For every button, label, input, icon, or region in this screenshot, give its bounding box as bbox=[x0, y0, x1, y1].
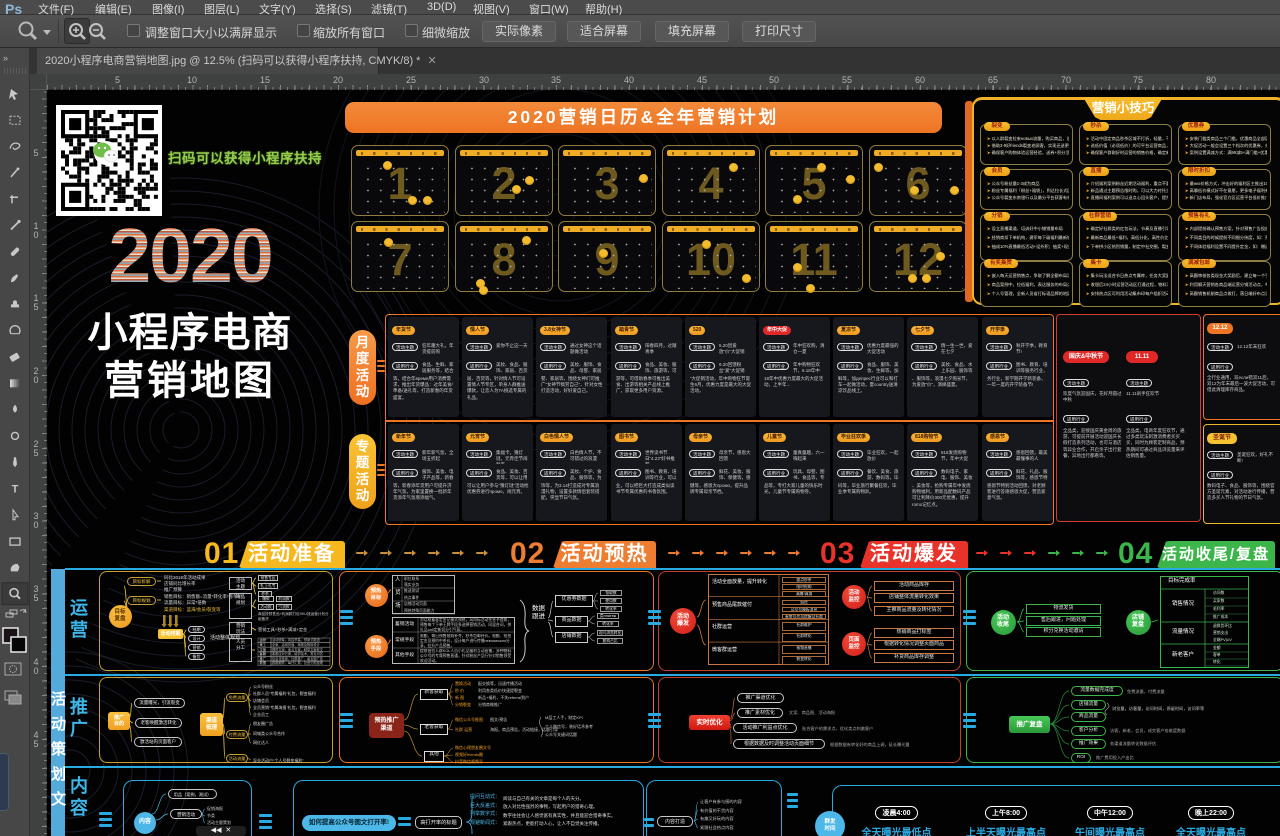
svg-text:T: T bbox=[12, 484, 19, 496]
